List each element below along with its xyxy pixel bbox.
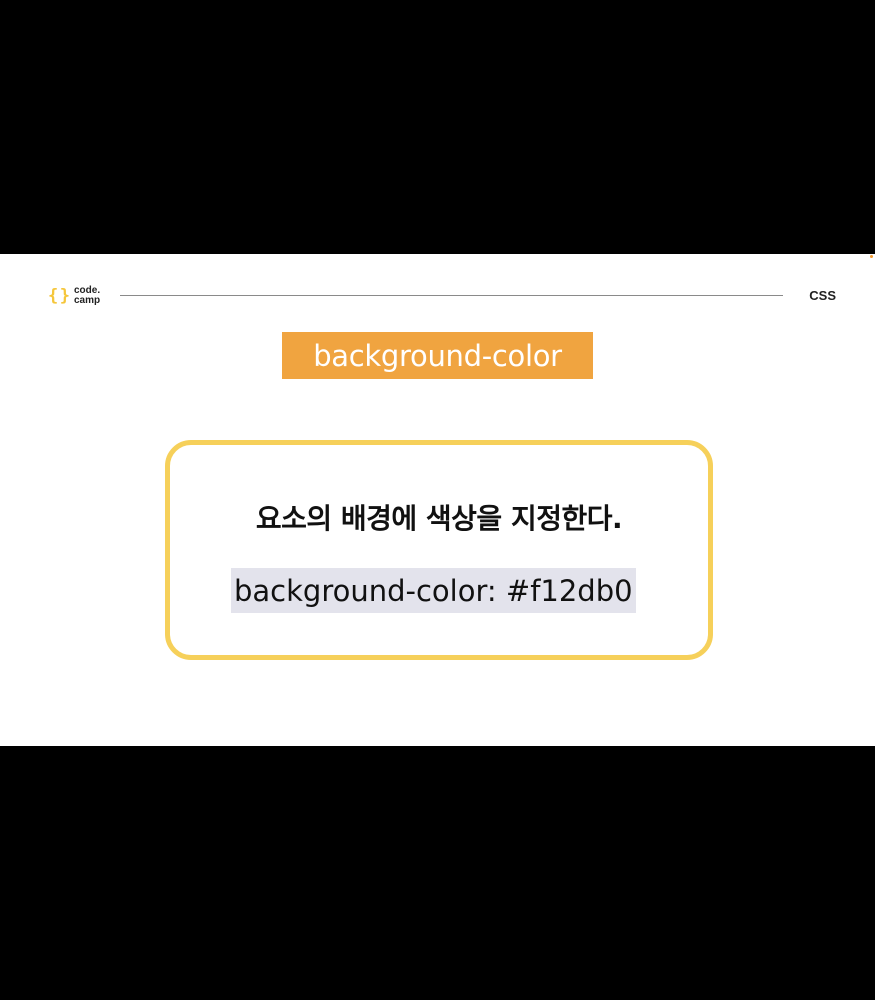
code-value: #f12db0 [505, 573, 633, 608]
brace-left: { [48, 286, 59, 306]
definition-card: 요소의 배경에 색상을 지정한다. background-color: #f12… [165, 440, 713, 660]
code-example: background-color: #f12db0 [231, 568, 636, 613]
definition-text: 요소의 배경에 색상을 지정한다. [255, 502, 623, 535]
logo-line-2: camp [74, 295, 101, 306]
brace-right: } [59, 286, 70, 306]
slide-header: { } code. camp CSS [0, 284, 875, 308]
logo-wordmark: code. camp [74, 286, 100, 306]
codecamp-logo: { } code. camp [48, 285, 100, 307]
corner-marker [870, 255, 873, 258]
header-divider [120, 295, 783, 296]
video-frame: { } code. camp CSS background-color 요소의 … [0, 0, 875, 1000]
slide-title: background-color [282, 332, 593, 379]
brace-icon: { } [48, 286, 70, 306]
code-property: background-color: [234, 573, 497, 608]
section-label: CSS [809, 288, 836, 303]
slide: { } code. camp CSS background-color 요소의 … [0, 254, 875, 746]
